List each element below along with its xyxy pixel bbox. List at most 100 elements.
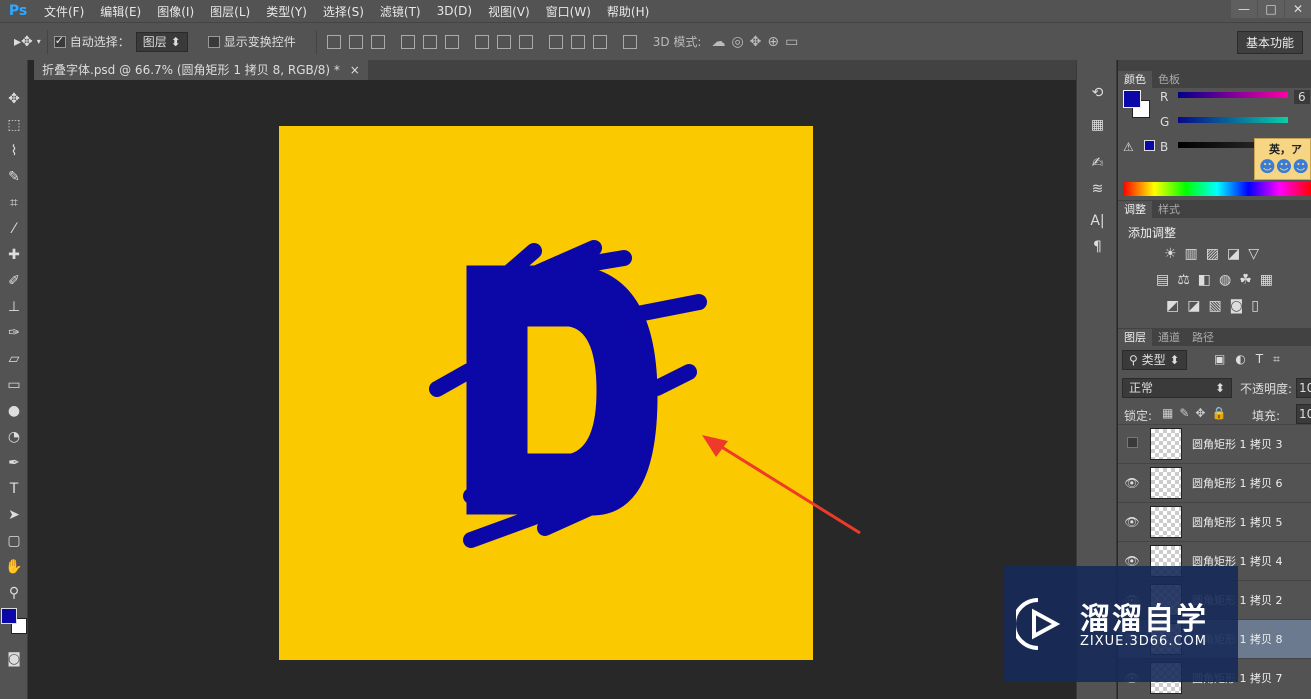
- menu-type[interactable]: 类型(Y): [258, 3, 315, 20]
- auto-select-checkbox[interactable]: [53, 34, 66, 48]
- fill-field[interactable]: 10: [1296, 404, 1311, 424]
- layer-row[interactable]: 圆角矩形 1 拷贝 3: [1118, 424, 1311, 463]
- move-tool-icon[interactable]: ✥: [0, 86, 28, 112]
- character-panel-icon[interactable]: A|: [1077, 208, 1118, 234]
- web-safe-swatch[interactable]: [1144, 140, 1155, 151]
- pen-tool-icon[interactable]: ✒: [0, 450, 28, 476]
- tab-layers[interactable]: 图层: [1118, 329, 1152, 346]
- document-canvas[interactable]: [279, 126, 813, 660]
- layer-filter-dropdown[interactable]: ⚲ 类型 ⬍: [1122, 350, 1187, 370]
- tab-swatches[interactable]: 色板: [1152, 71, 1186, 88]
- distribute-right-icon[interactable]: [592, 34, 607, 49]
- eraser-tool-icon[interactable]: ▱: [0, 346, 28, 372]
- app-logo[interactable]: Ps: [0, 3, 36, 19]
- letter-d-shape: [466, 265, 658, 516]
- quick-mask-icon[interactable]: ◙: [0, 646, 28, 672]
- distribute-vcenter-icon[interactable]: [496, 34, 511, 49]
- crop-tool-icon[interactable]: ⌗: [0, 190, 28, 216]
- eyedropper-tool-icon[interactable]: ⁄: [0, 216, 28, 242]
- blur-tool-icon[interactable]: ●: [0, 398, 28, 424]
- minimize-button[interactable]: —: [1231, 0, 1257, 18]
- menu-filter[interactable]: 滤镜(T): [372, 3, 429, 20]
- menu-view[interactable]: 视图(V): [480, 3, 538, 20]
- tab-paths[interactable]: 路径: [1186, 329, 1220, 346]
- tab-channels[interactable]: 通道: [1152, 329, 1186, 346]
- maximize-button[interactable]: □: [1258, 0, 1284, 18]
- show-transform-checkbox[interactable]: [207, 35, 220, 48]
- 3d-tools-icons[interactable]: ☁◎✥⊕▭: [711, 34, 804, 50]
- menu-3d[interactable]: 3D(D): [429, 4, 480, 18]
- tool-preset-chevron-icon[interactable]: ▾: [37, 37, 41, 46]
- menu-layer[interactable]: 图层(L): [202, 3, 258, 20]
- panel-fg-swatch[interactable]: [1123, 90, 1141, 108]
- close-button[interactable]: ✕: [1285, 0, 1311, 18]
- zoom-tool-icon[interactable]: ⚲: [0, 580, 28, 606]
- align-hcenter-icon[interactable]: [422, 34, 437, 49]
- r-slider[interactable]: [1178, 92, 1288, 98]
- marquee-tool-icon[interactable]: ⬚: [0, 112, 28, 138]
- auto-align-icon[interactable]: [622, 34, 637, 49]
- gradient-tool-icon[interactable]: ▭: [0, 372, 28, 398]
- distribute-left-icon[interactable]: [548, 34, 563, 49]
- g-slider[interactable]: [1178, 117, 1288, 123]
- type-tool-icon[interactable]: T: [0, 476, 28, 502]
- eye-icon[interactable]: 👁: [1118, 476, 1146, 490]
- menu-help[interactable]: 帮助(H): [599, 3, 657, 20]
- quick-select-tool-icon[interactable]: ✎: [0, 164, 28, 190]
- brush-presets-icon[interactable]: ✍: [1077, 150, 1118, 176]
- adjustment-icons-row-2[interactable]: ▤⚖◧◍☘▦: [1156, 272, 1281, 288]
- distribute-bottom-icon[interactable]: [518, 34, 533, 49]
- align-left-icon[interactable]: [400, 34, 415, 49]
- workspace-button[interactable]: 基本功能: [1236, 31, 1303, 54]
- properties-panel-icon[interactable]: ▦: [1077, 112, 1118, 138]
- distribute-top-icon[interactable]: [474, 34, 489, 49]
- menu-window[interactable]: 窗口(W): [538, 3, 599, 20]
- tab-adjustments[interactable]: 调整: [1118, 201, 1152, 218]
- layer-row[interactable]: 👁 圆角矩形 1 拷贝 5: [1118, 502, 1311, 541]
- opacity-field[interactable]: 10: [1296, 378, 1311, 398]
- align-top-icon[interactable]: [326, 34, 341, 49]
- hand-tool-icon[interactable]: ✋: [0, 554, 28, 580]
- align-bottom-icon[interactable]: [370, 34, 385, 49]
- layer-filter-icons[interactable]: ▣◐T⌗: [1214, 352, 1290, 367]
- shape-tool-icon[interactable]: ▢: [0, 528, 28, 554]
- layer-row[interactable]: 👁 圆角矩形 1 拷贝 6: [1118, 463, 1311, 502]
- brush-tool-icon[interactable]: ✐: [0, 268, 28, 294]
- lasso-tool-icon[interactable]: ⌇: [0, 138, 28, 164]
- menu-image[interactable]: 图像(I): [149, 3, 202, 20]
- gamut-warning-icon[interactable]: ⚠: [1123, 140, 1134, 154]
- menu-select[interactable]: 选择(S): [315, 3, 372, 20]
- layer-name: 圆角矩形 1 拷贝 5: [1192, 516, 1283, 529]
- distribute-hcenter-icon[interactable]: [570, 34, 585, 49]
- eye-icon[interactable]: 👁: [1118, 515, 1146, 529]
- menu-edit[interactable]: 编辑(E): [92, 3, 149, 20]
- paragraph-panel-icon[interactable]: ¶: [1077, 234, 1118, 260]
- color-spectrum[interactable]: [1123, 182, 1311, 196]
- tab-close-icon[interactable]: ×: [350, 63, 360, 77]
- history-panel-icon[interactable]: ⟲: [1077, 80, 1118, 106]
- lock-icons[interactable]: ▦✎✥🔒: [1162, 406, 1232, 420]
- watermark-url: ZIXUE.3D66.COM: [1080, 634, 1207, 649]
- tab-styles[interactable]: 样式: [1152, 201, 1186, 218]
- blend-mode-dropdown[interactable]: 正常 ⬍: [1122, 378, 1232, 398]
- path-select-tool-icon[interactable]: ➤: [0, 502, 28, 528]
- r-value[interactable]: 6: [1294, 90, 1310, 104]
- visibility-toggle[interactable]: [1118, 437, 1146, 451]
- dodge-tool-icon[interactable]: ◔: [0, 424, 28, 450]
- move-tool-icon[interactable]: ▸✥: [14, 34, 33, 50]
- adjustment-icons-row-1[interactable]: ☀▥▨◪▽: [1164, 246, 1267, 262]
- history-brush-icon[interactable]: ✑: [0, 320, 28, 346]
- adjustments-panel: 添加调整 ☀▥▨◪▽ ▤⚖◧◍☘▦ ◩◪▧◙▯: [1118, 218, 1311, 328]
- adjustment-icons-row-3[interactable]: ◩◪▧◙▯: [1166, 298, 1267, 314]
- brush-panel-icon[interactable]: ≋: [1077, 176, 1118, 202]
- align-right-icon[interactable]: [444, 34, 459, 49]
- stamp-tool-icon[interactable]: ⊥: [0, 294, 28, 320]
- foreground-color-swatch[interactable]: [1, 608, 17, 624]
- align-vcenter-icon[interactable]: [348, 34, 363, 49]
- document-tab[interactable]: 折叠字体.psd @ 66.7% (圆角矩形 1 拷贝 8, RGB/8) * …: [34, 60, 368, 80]
- healing-brush-icon[interactable]: ✚: [0, 242, 28, 268]
- tab-color[interactable]: 颜色: [1118, 71, 1152, 88]
- auto-select-dropdown[interactable]: 图层 ⬍: [135, 31, 188, 52]
- menu-file[interactable]: 文件(F): [36, 3, 92, 20]
- watermark-overlay: 溜溜自学 ZIXUE.3D66.COM: [1004, 566, 1238, 682]
